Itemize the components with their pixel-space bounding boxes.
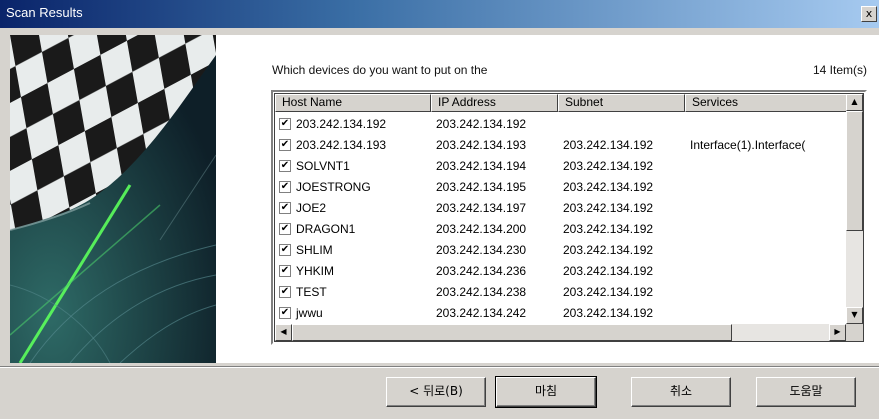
list-rows: ✔ 203.242.134.192 203.242.134.192 ✔ 203.24… [275,113,850,323]
close-icon: x [865,7,873,20]
scroll-right-icon[interactable]: ▶ [829,324,846,341]
table-row[interactable]: ✔ YHKIM 203.242.134.236 203.242.134.192 [275,260,850,281]
vertical-scroll-thumb[interactable] [846,111,863,231]
table-row[interactable]: ✔ SOLVNT1 203.242.134.194 203.242.134.192 [275,155,850,176]
subnet-cell: 203.242.134.192 [563,179,654,194]
row-checkbox[interactable]: ✔ [279,243,291,256]
host-name-cell: SOLVNT1 [296,158,350,173]
scroll-down-icon[interactable]: ▼ [846,307,863,324]
row-checkbox[interactable]: ✔ [279,285,291,298]
scroll-left-icon[interactable]: ◀ [275,324,292,341]
ip-cell: 203.242.134.197 [436,200,527,215]
row-checkbox[interactable]: ✔ [279,222,291,235]
table-row[interactable]: ✔ JOE2 203.242.134.197 203.242.134.192 [275,197,850,218]
content-panel: Which devices do you want to put on the … [216,35,879,363]
table-row[interactable]: ✔ SHLIM 203.242.134.230 203.242.134.192 [275,239,850,260]
device-question-label: Which devices do you want to put on the [272,63,488,77]
wizard-banner-image [10,35,216,363]
host-name-cell: jwwu [296,305,323,320]
ip-cell: 203.242.134.192 [436,116,527,131]
table-row[interactable]: ✔ 203.242.134.193 203.242.134.193 203.242… [275,134,850,155]
ip-cell: 203.242.134.230 [436,242,527,257]
help-button[interactable]: 도움말 [756,377,856,407]
title-bar: Scan Results x [0,0,879,28]
table-row[interactable]: ✔ JOESTRONG 203.242.134.195 203.242.134.1… [275,176,850,197]
row-checkbox[interactable]: ✔ [279,117,291,130]
column-ip-address[interactable]: IP Address [431,94,558,112]
ip-cell: 203.242.134.236 [436,263,527,278]
row-checkbox[interactable]: ✔ [279,264,291,277]
ip-cell: 203.242.134.242 [436,305,527,320]
host-name-cell: 203.242.134.192 [296,116,387,131]
back-button[interactable]: < 뒤로(B) [386,377,486,407]
checkered-flag-image [10,35,216,363]
ip-cell: 203.242.134.195 [436,179,527,194]
scan-results-dialog: Which devices do you want to put on the … [0,28,879,419]
column-subnet[interactable]: Subnet [558,94,685,112]
row-checkbox[interactable]: ✔ [279,201,291,214]
column-services[interactable]: Services [685,94,850,112]
row-checkbox[interactable]: ✔ [279,138,291,151]
subnet-cell: 203.242.134.192 [563,137,654,152]
row-checkbox[interactable]: ✔ [279,180,291,193]
scroll-corner [846,324,863,341]
subnet-cell: 203.242.134.192 [563,221,654,236]
ip-cell: 203.242.134.200 [436,221,527,236]
subnet-cell: 203.242.134.192 [563,158,654,173]
window-title: Scan Results [6,5,83,20]
table-row[interactable]: ✔ 203.242.134.192 203.242.134.192 [275,113,850,134]
host-name-cell: YHKIM [296,263,335,278]
subnet-cell: 203.242.134.192 [563,263,654,278]
subnet-cell: 203.242.134.192 [563,305,654,320]
host-name-cell: 203.242.134.193 [296,137,387,152]
table-row[interactable]: ✔ DRAGON1 203.242.134.200 203.242.134.192 [275,218,850,239]
list-header: Host Name IP Address Subnet Services [275,94,850,112]
item-count-label: 14 Item(s) [812,63,867,77]
subnet-cell: 203.242.134.192 [563,200,654,215]
row-checkbox[interactable]: ✔ [279,159,291,172]
device-list[interactable]: Host Name IP Address Subnet Services ✔ 20… [271,90,867,345]
services-cell: Interface(1).Interface( [690,137,806,152]
host-name-cell: JOE2 [296,200,327,215]
host-name-cell: DRAGON1 [296,221,356,236]
host-name-cell: JOESTRONG [296,179,371,194]
host-name-cell: SHLIM [296,242,333,257]
table-row[interactable]: ✔ jwwu 203.242.134.242 203.242.134.192 [275,302,850,323]
button-separator [0,366,879,368]
column-host-name[interactable]: Host Name [275,94,431,112]
close-button[interactable]: x [861,6,877,22]
host-name-cell: TEST [296,284,327,299]
ip-cell: 203.242.134.194 [436,158,527,173]
horizontal-scrollbar[interactable]: ◀ ▶ [275,324,846,341]
table-row[interactable]: ✔ TEST 203.242.134.238 203.242.134.192 [275,281,850,302]
row-checkbox[interactable]: ✔ [279,306,291,319]
subnet-cell: 203.242.134.192 [563,242,654,257]
horizontal-scroll-thumb[interactable] [292,324,732,341]
finish-button[interactable]: 마침 [495,376,597,408]
vertical-scrollbar[interactable]: ▲ ▼ [846,94,863,324]
cancel-button[interactable]: 취소 [631,377,731,407]
ip-cell: 203.242.134.238 [436,284,527,299]
subnet-cell: 203.242.134.192 [563,284,654,299]
scroll-up-icon[interactable]: ▲ [846,94,863,111]
ip-cell: 203.242.134.193 [436,137,527,152]
